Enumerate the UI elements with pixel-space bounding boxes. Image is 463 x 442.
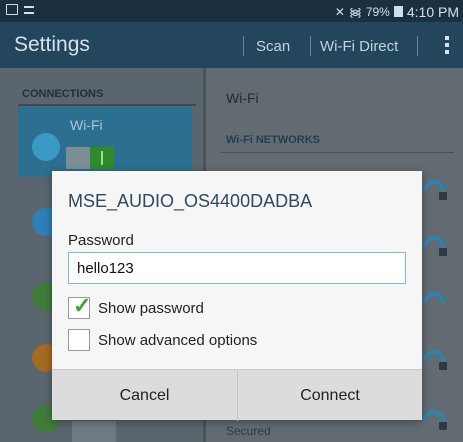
show-advanced-checkbox[interactable]: [68, 329, 90, 351]
location-toggle[interactable]: [72, 421, 116, 442]
wifi-direct-button[interactable]: Wi-Fi Direct: [320, 38, 398, 55]
action-divider: [243, 36, 244, 56]
show-password-label: Show password: [98, 299, 204, 317]
status-right: ✕ ᯼ 79% 4:10 PM: [335, 3, 459, 20]
page-title: Settings: [14, 33, 90, 56]
wifi-status-icon: ᯼: [348, 5, 362, 19]
section-underline: [220, 152, 454, 153]
dialog-button-bar: Cancel Connect: [52, 369, 422, 421]
connect-button[interactable]: Connect: [237, 370, 422, 421]
show-password-checkbox[interactable]: ✓: [68, 293, 92, 319]
password-input[interactable]: [68, 252, 406, 284]
wifi-icon: [32, 133, 60, 161]
wifi-password-dialog: MSE_AUDIO_OS4400DADBA Password ✓ Show pa…: [52, 171, 422, 421]
show-advanced-label: Show advanced options: [98, 331, 258, 349]
connections-header: CONNECTIONS: [22, 88, 104, 100]
wifi-signal-icon: [418, 287, 450, 319]
voicemail-icon: [24, 6, 34, 14]
action-divider: [310, 36, 311, 56]
wifi-signal-locked-icon: [418, 175, 450, 207]
sidebar-item-label: Wi-Fi: [70, 117, 103, 133]
status-bar: ✕ ᯼ 79% 4:10 PM: [0, 0, 463, 22]
wifi-pane-title: Wi-Fi: [226, 90, 259, 106]
wifi-signal-locked-icon: [418, 345, 450, 377]
checkmark-icon: ✓: [73, 293, 92, 318]
action-bar: Settings Scan Wi-Fi Direct: [0, 22, 463, 68]
wifi-networks-header: Wi-Fi NETWORKS: [226, 134, 320, 146]
clock: 4:10 PM: [406, 3, 459, 20]
wifi-signal-locked-icon: [418, 405, 450, 437]
show-password-row[interactable]: ✓ Show password: [68, 293, 204, 319]
action-divider: [417, 36, 418, 56]
wifi-signal-locked-icon: [418, 231, 450, 263]
mute-icon: ✕: [334, 4, 345, 19]
section-underline: [18, 104, 196, 106]
scan-button[interactable]: Scan: [256, 38, 290, 55]
battery-percent: 79%: [365, 4, 390, 19]
battery-icon: [393, 6, 403, 17]
overflow-menu-icon[interactable]: [445, 36, 449, 57]
wifi-toggle[interactable]: [66, 147, 114, 169]
toggle-on-indicator: [101, 151, 103, 165]
network-status: Secured: [226, 424, 271, 438]
password-label: Password: [68, 232, 134, 249]
notification-icons: [6, 4, 34, 15]
cancel-button[interactable]: Cancel: [52, 370, 237, 421]
dialog-title: MSE_AUDIO_OS4400DADBA: [68, 191, 313, 211]
show-advanced-row[interactable]: Show advanced options: [68, 329, 257, 351]
screenshot-icon: [6, 4, 18, 15]
